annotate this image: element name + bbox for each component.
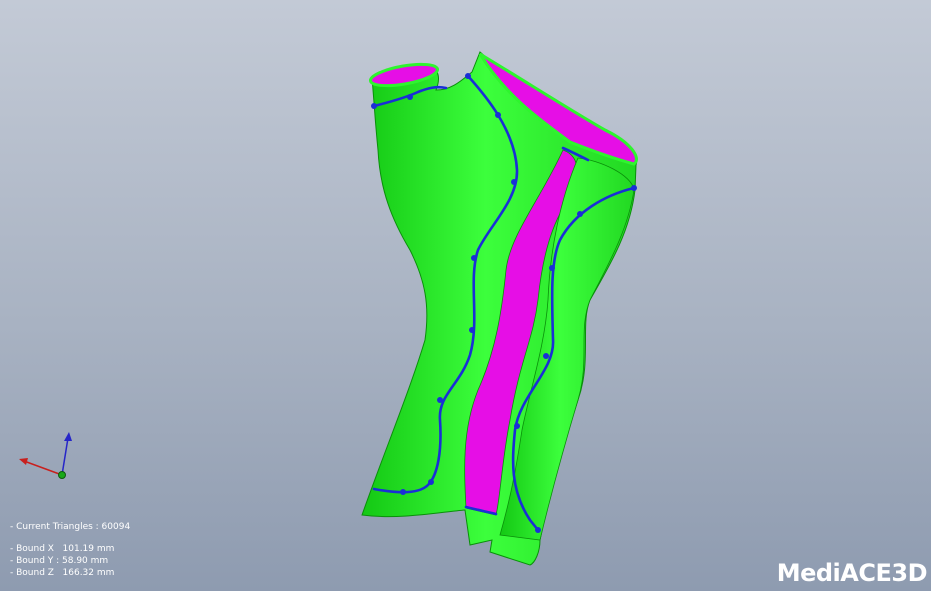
control-point xyxy=(471,255,477,261)
3d-viewport[interactable]: - Current Triangles : 60094 - Bound X 10… xyxy=(0,0,931,591)
triangle-count: - Current Triangles : 60094 xyxy=(10,522,131,532)
control-point xyxy=(631,185,637,191)
control-point xyxy=(495,112,501,118)
bound-z: - Bound Z 166.32 mm xyxy=(10,568,115,578)
control-point xyxy=(437,397,443,403)
bound-x: - Bound X 101.19 mm xyxy=(10,544,115,554)
model-info-panel: - Current Triangles : 60094 - Bound X 10… xyxy=(10,521,130,579)
bound-y: - Bound Y : 58.90 mm xyxy=(10,556,109,566)
brand-logo: MediACE3D xyxy=(776,559,928,587)
control-point xyxy=(549,265,555,271)
control-point xyxy=(535,527,541,533)
control-point xyxy=(577,211,583,217)
control-point xyxy=(469,327,475,333)
control-point xyxy=(511,179,517,185)
control-point xyxy=(428,479,434,485)
control-point xyxy=(543,353,549,359)
control-point xyxy=(371,103,377,109)
control-point xyxy=(400,489,406,495)
control-point xyxy=(465,73,471,79)
control-point xyxy=(407,94,413,100)
control-point xyxy=(514,423,520,429)
3d-model-scene[interactable] xyxy=(0,0,931,591)
